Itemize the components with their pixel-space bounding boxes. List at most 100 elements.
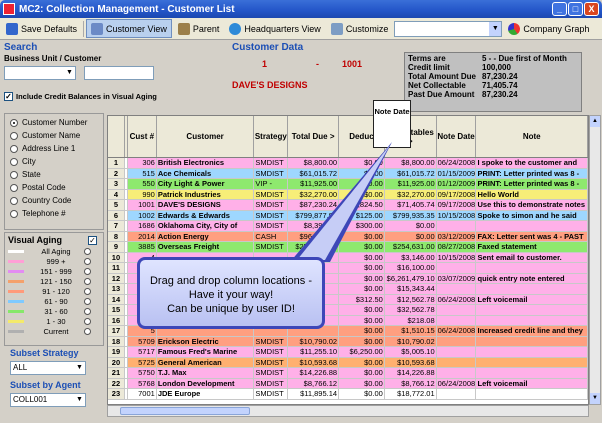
cell-due[interactable]: $799,877.98 <box>288 210 340 220</box>
cell-ded[interactable]: $300.00 <box>339 221 385 231</box>
cell-nd[interactable]: 01/12/2009 <box>436 179 477 189</box>
cell-str[interactable]: VIP - <box>254 179 289 189</box>
cell-str[interactable]: SMDIST <box>254 347 289 357</box>
cell-cust[interactable]: 306 <box>127 158 157 168</box>
cell-nd[interactable] <box>436 389 477 399</box>
cell-cust[interactable]: 515 <box>127 168 157 178</box>
vertical-scrollbar[interactable]: ▲ ▼ <box>589 115 601 405</box>
aging-row[interactable]: 61 - 90 <box>8 296 100 306</box>
cell-nd[interactable]: 08/27/2008 <box>436 242 477 252</box>
column-header-strategy[interactable]: Strategy <box>254 116 289 157</box>
table-row[interactable]: 1 306 British Electronics SMDIST $8,800.00 $0… <box>108 158 588 169</box>
cell-cust[interactable]: 1001 <box>127 200 157 210</box>
cell-ded[interactable]: $0.00 <box>339 252 385 262</box>
cell-col[interactable]: $799,935.35 <box>384 210 437 220</box>
cell-due[interactable]: $8,390.55 <box>288 221 340 231</box>
cell-name[interactable]: British Electronics <box>156 158 255 168</box>
cell-col[interactable]: $14,226.88 <box>384 368 437 378</box>
table-row[interactable]: 6 1002 Edwards & Edwards SMDIST $799,877.98 $… <box>108 210 588 221</box>
cell-due[interactable]: $254,631.00 <box>288 242 340 252</box>
cell-ded[interactable]: $0.00 <box>339 315 385 325</box>
cell-name[interactable]: Oklahoma City, City of <box>156 221 255 231</box>
cell-col[interactable]: $71,405.74 <box>384 200 437 210</box>
aging-row[interactable]: All Aging <box>8 246 100 256</box>
cell-name[interactable]: DAVE'S DESIGNS <box>156 200 255 210</box>
cell-ded[interactable]: $0.00 <box>339 389 385 399</box>
cell-nd[interactable]: 06/24/2008 <box>436 326 477 336</box>
radio-dot[interactable] <box>10 209 18 218</box>
cell-ded[interactable]: $0.00 <box>339 378 385 388</box>
aging-row[interactable]: Current <box>8 326 100 336</box>
cell-name[interactable]: JDE Europe <box>156 389 255 399</box>
cell-cust[interactable]: 5725 <box>127 357 157 367</box>
table-row[interactable]: 19 5717 Famous Fred's Marine SMDIST $11,255.… <box>108 347 588 358</box>
cell-str[interactable]: SMDIST <box>254 368 289 378</box>
cell-due[interactable]: $87,230.24 <box>288 200 340 210</box>
cell-cust[interactable]: 2014 <box>127 231 157 241</box>
cell-nd[interactable] <box>436 357 477 367</box>
aging-radio[interactable] <box>84 287 91 295</box>
close-button[interactable]: X <box>584 2 599 16</box>
headquarters-view-button[interactable]: Headquarters View <box>225 19 324 38</box>
aging-row[interactable]: 121 - 150 <box>8 276 100 286</box>
cell-note[interactable]: PRINT: Letter printed was 8 - <box>476 168 588 178</box>
minimize-button[interactable]: _ <box>552 2 567 16</box>
cell-due[interactable]: $11,895.14 <box>288 389 340 399</box>
table-row[interactable]: 5 1001 DAVE'S DESIGNS SMDIST $87,230.24 $15,8… <box>108 200 588 211</box>
cell-ded[interactable]: $0.00 <box>339 336 385 346</box>
cell-col[interactable]: $8,766.12 <box>384 378 437 388</box>
cell-nd[interactable] <box>436 221 477 231</box>
radio-customer-number[interactable]: Customer Number <box>10 116 98 129</box>
cell-name[interactable]: Overseas Freight <box>156 242 255 252</box>
cell-note[interactable]: PRINT: Letter printed was 8 - <box>476 179 588 189</box>
cell-nd[interactable] <box>436 305 477 315</box>
aging-radio[interactable] <box>84 327 91 335</box>
business-unit-select[interactable]: ▼ <box>4 66 76 80</box>
cell-str[interactable]: SMDIST <box>254 378 289 388</box>
cell-name[interactable]: Patrick Industries <box>156 189 255 199</box>
cell-str[interactable]: SMDIST <box>254 221 289 231</box>
cell-nd[interactable]: 06/24/2008 <box>436 158 477 168</box>
cell-note[interactable]: Use this to demonstrate notes <box>476 200 588 210</box>
table-row[interactable]: 20 5725 General American SMDIST $10,593.68 $0… <box>108 357 588 368</box>
cell-ded[interactable]: $0.00 <box>339 273 385 283</box>
cell-ded[interactable]: $0.00 <box>339 168 385 178</box>
cell-col[interactable]: $5,005.10 <box>384 347 437 357</box>
table-row[interactable]: 3 550 City Light & Power VIP - $11,925.00 $0.… <box>108 179 588 190</box>
cell-note[interactable] <box>476 336 588 346</box>
cell-note[interactable] <box>476 389 588 399</box>
cell-ded[interactable]: $0.00 <box>339 263 385 273</box>
cell-note[interactable] <box>476 221 588 231</box>
view-selector[interactable]: ▼ <box>394 20 503 37</box>
cell-cust[interactable]: 990 <box>127 189 157 199</box>
cell-name[interactable]: Famous Fred's Marine <box>156 347 255 357</box>
cell-name[interactable]: City Light & Power <box>156 179 255 189</box>
cell-due[interactable]: $61,015.72 <box>288 168 340 178</box>
cell-cust[interactable]: 1686 <box>127 221 157 231</box>
cell-col[interactable]: $32,270.00 <box>384 189 437 199</box>
column-header-total-due[interactable]: Total Due > <box>288 116 340 157</box>
cell-nd[interactable] <box>436 347 477 357</box>
cell-str[interactable]: CASH <box>254 231 289 241</box>
cell-note[interactable] <box>476 305 588 315</box>
cell-note[interactable]: Left voicemail <box>476 378 588 388</box>
cell-ded[interactable]: $15,824.50 <box>339 200 385 210</box>
cell-name[interactable]: Action Energy <box>156 231 255 241</box>
cell-str[interactable]: SMDIST <box>254 242 289 252</box>
cell-col[interactable]: $61,015.72 <box>384 168 437 178</box>
aging-row[interactable]: 91 - 120 <box>8 286 100 296</box>
scroll-thumb[interactable] <box>120 407 250 415</box>
cell-col[interactable]: $16,100.00 <box>384 263 437 273</box>
radio-dot[interactable] <box>10 183 18 192</box>
cell-nd[interactable]: 03/07/2009 <box>436 273 477 283</box>
cell-name[interactable]: Edwards & Edwards <box>156 210 255 220</box>
cell-note[interactable] <box>476 368 588 378</box>
cell-ded[interactable]: $0.00 <box>339 242 385 252</box>
cell-note[interactable] <box>476 284 588 294</box>
cell-due[interactable]: $14,226.88 <box>288 368 340 378</box>
radio-dot[interactable] <box>10 118 18 127</box>
cell-str[interactable]: SMDIST <box>254 336 289 346</box>
cell-nd[interactable]: 01/15/2009 <box>436 168 477 178</box>
radio-city[interactable]: City <box>10 155 98 168</box>
radio-customer-name[interactable]: Customer Name <box>10 129 98 142</box>
